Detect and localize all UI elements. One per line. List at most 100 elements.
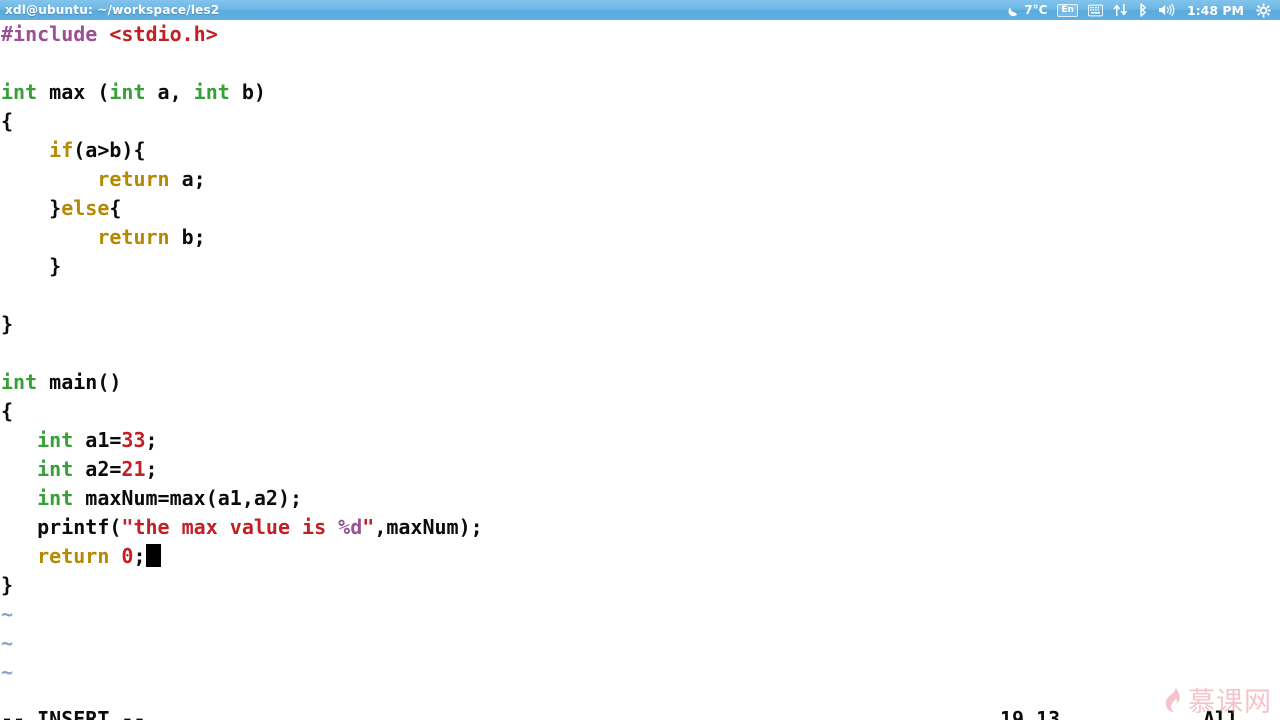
moon-icon: [1006, 4, 1019, 17]
code-line[interactable]: printf("the max value is %d",maxNum);: [0, 513, 1280, 542]
code-token: a;: [169, 167, 206, 191]
temperature-label: 7°C: [1024, 3, 1048, 17]
code-line[interactable]: [0, 281, 1280, 310]
code-token: main(): [37, 370, 122, 394]
code-line[interactable]: ~: [0, 629, 1280, 658]
code-token: a1=: [73, 428, 122, 452]
code-token: int: [37, 486, 74, 510]
code-line[interactable]: ~: [0, 600, 1280, 629]
weather-indicator[interactable]: 7°C: [1001, 0, 1052, 20]
code-line[interactable]: }: [0, 310, 1280, 339]
code-line[interactable]: }: [0, 252, 1280, 281]
volume-indicator[interactable]: [1153, 0, 1180, 20]
code-token: int: [193, 80, 230, 104]
code-token: ;: [145, 457, 158, 481]
code-line[interactable]: {: [0, 107, 1280, 136]
screen-root: xdl@ubuntu: ~/workspace/les2 7°C En 1:48…: [0, 0, 1280, 720]
code-token: b): [229, 80, 266, 104]
code-token: int: [109, 80, 146, 104]
code-line[interactable]: int max (int a, int b): [0, 78, 1280, 107]
code-token: return: [97, 225, 170, 249]
code-line[interactable]: if(a>b){: [0, 136, 1280, 165]
code-line[interactable]: return a;: [0, 165, 1280, 194]
code-token: printf(: [1, 515, 122, 539]
code-token: return: [37, 544, 110, 568]
scroll-position-indicator: All: [1203, 707, 1240, 720]
bluetooth-indicator[interactable]: [1133, 0, 1153, 20]
code-token: %d: [338, 515, 363, 539]
code-line[interactable]: #include <stdio.h>: [0, 20, 1280, 49]
code-token: int: [1, 370, 38, 394]
network-icon: [1113, 3, 1128, 17]
bluetooth-icon: [1138, 3, 1148, 17]
code-line[interactable]: int a2=21;: [0, 455, 1280, 484]
code-token: a2=: [73, 457, 122, 481]
code-token: int: [1, 80, 38, 104]
code-token: {: [1, 109, 14, 133]
gear-icon: [1256, 2, 1271, 18]
code-token: 33: [121, 428, 146, 452]
code-token: }: [1, 196, 62, 220]
cursor-position-indicator: 19,13: [1000, 707, 1061, 720]
code-line[interactable]: int a1=33;: [0, 426, 1280, 455]
code-line[interactable]: return 0;: [0, 542, 1280, 571]
code-line[interactable]: }: [0, 571, 1280, 600]
code-token: b;: [169, 225, 206, 249]
clock-label[interactable]: 1:48 PM: [1180, 3, 1251, 18]
code-token: ;: [145, 428, 158, 452]
code-line[interactable]: }else{: [0, 194, 1280, 223]
system-tray: 7°C En 1:48 PM: [1001, 0, 1280, 20]
code-token: #include: [1, 22, 110, 46]
code-token: {: [1, 399, 14, 423]
code-token: ~: [1, 602, 14, 626]
vim-mode-indicator: -- INSERT --: [1, 707, 146, 720]
text-cursor: [145, 544, 161, 567]
network-indicator[interactable]: [1108, 0, 1133, 20]
code-token: }: [1, 254, 62, 278]
code-line[interactable]: int maxNum=max(a1,a2);: [0, 484, 1280, 513]
keyboard-indicator[interactable]: [1083, 0, 1108, 20]
code-token: ;: [133, 544, 146, 568]
code-token: {: [109, 196, 122, 220]
code-token: return: [97, 167, 170, 191]
code-token: maxNum=max(a1,a2);: [73, 486, 303, 510]
titlebar: xdl@ubuntu: ~/workspace/les2 7°C En 1:48…: [0, 0, 1280, 20]
code-token: }: [1, 573, 14, 597]
vim-status-line: -- INSERT -- 19,13 All: [0, 705, 1280, 720]
language-label: En: [1057, 3, 1078, 17]
code-token: ~: [1, 660, 14, 684]
code-line[interactable]: {: [0, 397, 1280, 426]
code-token: int: [37, 428, 74, 452]
code-token: 0: [121, 544, 134, 568]
volume-icon: [1158, 3, 1175, 17]
window-title: xdl@ubuntu: ~/workspace/les2: [5, 3, 220, 17]
code-token: ~: [1, 631, 14, 655]
code-token: (a>b){: [73, 138, 146, 162]
vim-editor[interactable]: #include <stdio.h> int max (int a, int b…: [0, 20, 1280, 720]
language-indicator[interactable]: En: [1052, 0, 1083, 20]
code-token: a,: [145, 80, 194, 104]
code-line[interactable]: [0, 339, 1280, 368]
code-line[interactable]: int main(): [0, 368, 1280, 397]
code-token: 21: [121, 457, 146, 481]
settings-indicator[interactable]: [1251, 0, 1276, 20]
code-buffer[interactable]: #include <stdio.h> int max (int a, int b…: [0, 20, 1280, 687]
code-line[interactable]: ~: [0, 658, 1280, 687]
code-token: ": [362, 515, 375, 539]
code-token: int: [37, 457, 74, 481]
code-line[interactable]: [0, 49, 1280, 78]
code-line[interactable]: return b;: [0, 223, 1280, 252]
code-token: <stdio.h>: [109, 22, 218, 46]
code-token: max (: [37, 80, 110, 104]
code-token: if: [49, 138, 74, 162]
code-token: "the max value is: [121, 515, 339, 539]
keyboard-icon: [1087, 4, 1103, 17]
